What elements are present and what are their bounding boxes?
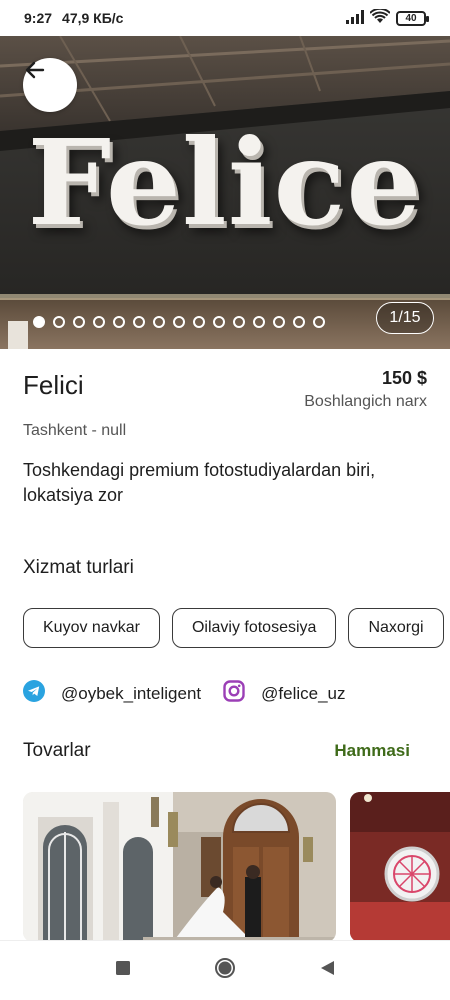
instagram-handle: @felice_uz [261,683,346,703]
image-gallery[interactable]: Felice 1/15 [0,36,450,349]
products-list [23,792,450,942]
service-chip[interactable]: Naxorgi [348,608,444,648]
sign-lettering: Felice [27,113,423,252]
price-note: Boshlangich narx [304,393,427,410]
social-links: @oybek_inteligent @felice_uz [23,680,368,707]
studio-name: Felici [23,370,84,400]
recent-apps-button[interactable] [111,959,135,983]
gallery-dot[interactable] [33,316,45,328]
gallery-dot[interactable] [273,316,285,328]
instagram-icon [223,680,245,707]
telegram-link[interactable]: @oybek_inteligent [23,680,201,707]
services-list: Kuyov navkar Oilaviy fotosesiya Naxorgi [23,608,444,648]
gallery-dot[interactable] [313,316,325,328]
gallery-dot[interactable] [293,316,305,328]
services-title: Xizmat turlari [23,557,134,578]
gallery-dot[interactable] [173,316,185,328]
instagram-link[interactable]: @felice_uz [223,680,346,707]
studio-location: Tashkent - null [23,422,127,439]
status-time: 9:27 [24,10,53,26]
circle-icon [214,957,236,984]
back-nav-button[interactable] [315,959,339,983]
gallery-dot[interactable] [233,316,245,328]
gallery-dot[interactable] [193,316,205,328]
service-chip[interactable]: Oilaviy fotosesiya [171,608,337,648]
product-photo [23,792,336,942]
gallery-dot[interactable] [93,316,105,328]
see-all-link[interactable]: Hammasi [334,741,410,761]
gallery-dot[interactable] [213,316,225,328]
gallery-counter: 1/15 [376,302,434,334]
service-chip[interactable]: Kuyov navkar [23,608,160,648]
product-photo [350,792,450,942]
status-network-speed: 47,9 КБ/с [62,10,124,26]
gallery-dot[interactable] [113,316,125,328]
studio-price: 150 $ [381,368,427,388]
gallery-dot[interactable] [73,316,85,328]
signal-icon [346,9,364,27]
gallery-dot[interactable] [53,316,65,328]
home-button[interactable] [213,957,237,984]
square-icon [116,961,130,980]
product-card[interactable] [350,792,450,942]
back-button[interactable] [23,58,77,112]
wifi-icon [369,7,391,27]
gallery-dot[interactable] [153,316,165,328]
status-icons: 40 [346,7,429,27]
products-title: Tovarlar [23,740,91,761]
telegram-handle: @oybek_inteligent [61,683,202,703]
studio-description: Toshkendagi premium fotostudiyalardan bi… [23,460,376,505]
gallery-dot[interactable] [253,316,265,328]
product-card[interactable] [23,792,336,942]
gallery-dot[interactable] [133,316,145,328]
system-navigation-bar [0,940,450,1000]
gallery-pagination [33,316,325,328]
telegram-icon [23,680,45,707]
battery-icon: 40 [396,10,429,26]
status-bar: 9:27 47,9 КБ/с 40 [0,0,450,36]
triangle-left-icon [319,960,335,981]
